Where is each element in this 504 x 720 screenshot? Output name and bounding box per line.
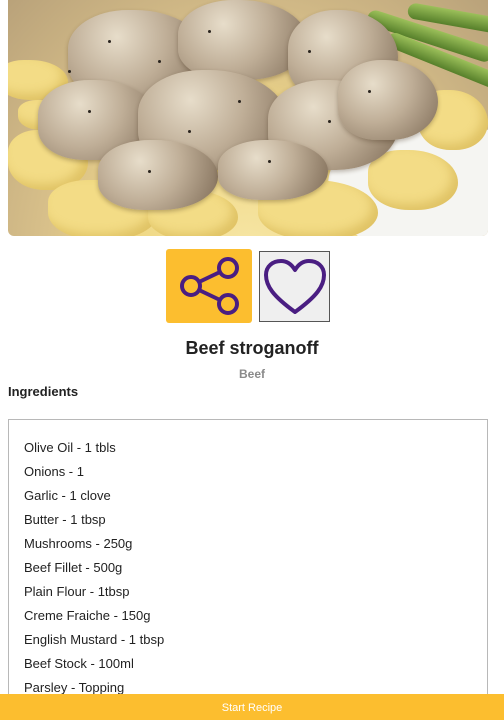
ingredient-item: Onions - 1 [24, 464, 84, 479]
ingredients-heading: Ingredients [8, 384, 79, 399]
ingredient-item: Mushrooms - 250g [24, 536, 133, 551]
ingredient-item: Olive Oil - 1 tbls [24, 440, 116, 455]
ingredient-item: Plain Flour - 1tbsp [24, 584, 130, 599]
share-icon [180, 257, 239, 315]
start-recipe-button[interactable]: Start Recipe [0, 694, 504, 720]
ingredients-list[interactable]: Olive Oil - 1 tbls Onions - 1 Garlic - 1… [8, 419, 488, 709]
ingredient-item: English Mustard - 1 tbsp [24, 632, 165, 647]
share-button[interactable] [166, 249, 252, 323]
heart-icon [263, 258, 326, 314]
recipe-title: Beef stroganoff [185, 338, 319, 358]
ingredient-item: Butter - 1 tbsp [24, 512, 106, 527]
ingredient-item: Garlic - 1 clove [24, 488, 111, 503]
ingredient-item: Beef Stock - 100ml [24, 656, 134, 671]
recipe-page: Beef stroganoff Beef Ingredients Olive O… [0, 0, 504, 720]
ingredient-item: Creme Fraiche - 150g [24, 608, 151, 623]
favorite-button[interactable] [259, 251, 330, 322]
recipe-category: Beef [238, 367, 265, 381]
recipe-image [8, 0, 488, 236]
ingredient-item: Beef Fillet - 500g [24, 560, 123, 575]
